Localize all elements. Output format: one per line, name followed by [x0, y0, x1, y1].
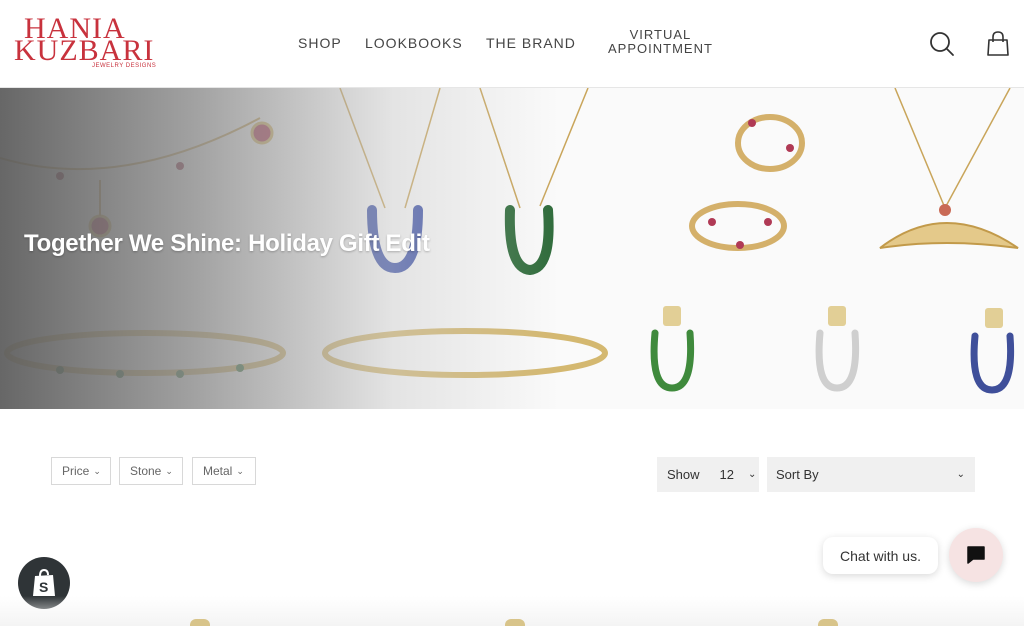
chat-prompt-text: Chat with us. — [840, 547, 921, 564]
chevron-down-icon: ⌄ — [748, 469, 757, 480]
chevron-down-icon: ⌄ — [236, 465, 244, 476]
show-value: 12 — [719, 467, 734, 482]
nav-virtual-line1: VIRTUAL — [629, 27, 692, 42]
site-header: HANIA KUZBARI JEWELRY DESIGNS SHOP LOOKB… — [0, 0, 1024, 88]
product-thumbnail-peek — [190, 619, 210, 626]
svg-text:S: S — [39, 579, 48, 595]
nav-lookbooks[interactable]: LOOKBOOKS — [365, 35, 463, 51]
chat-prompt-bubble[interactable]: Chat with us. — [823, 537, 938, 574]
product-thumbnail-peek — [505, 619, 525, 626]
filter-metal[interactable]: Metal ⌄ — [192, 457, 256, 485]
hero-title: Together We Shine: Holiday Gift Edit — [24, 230, 430, 257]
filter-stone-label: Stone — [130, 464, 162, 478]
filter-stone[interactable]: Stone ⌄ — [119, 457, 183, 485]
nav-shop[interactable]: SHOP — [298, 35, 342, 51]
chat-launcher-button[interactable] — [949, 528, 1003, 582]
search-icon — [930, 32, 954, 56]
cart-button[interactable] — [984, 30, 1012, 58]
sort-by-select[interactable]: Sort By ⌄ — [767, 457, 975, 492]
filter-metal-label: Metal — [203, 464, 233, 478]
nav-the-brand[interactable]: THE BRAND — [486, 35, 576, 51]
chat-icon — [967, 546, 985, 564]
hero-banner[interactable]: Together We Shine: Holiday Gift Edit — [0, 88, 1024, 409]
show-label: Show — [667, 467, 700, 482]
chevron-down-icon: ⌄ — [165, 465, 173, 476]
nav-virtual-line2: APPOINTMENT — [608, 41, 713, 56]
show-per-page-select[interactable]: Show 12 ⌄ — [657, 457, 759, 492]
logo-tagline: JEWELRY DESIGNS — [92, 63, 157, 69]
product-thumbnail-peek — [818, 619, 838, 626]
nav-virtual-appointment[interactable]: VIRTUAL APPOINTMENT — [608, 28, 713, 56]
filter-price[interactable]: Price ⌄ — [51, 457, 111, 485]
brand-logo[interactable]: HANIA KUZBARI JEWELRY DESIGNS — [14, 12, 174, 78]
shopping-bag-icon — [987, 31, 1009, 56]
filter-price-label: Price — [62, 464, 90, 478]
sort-label: Sort By — [776, 467, 819, 482]
search-button[interactable] — [928, 30, 956, 58]
shopify-bag-icon: S — [33, 568, 55, 596]
chevron-down-icon: ⌄ — [93, 465, 101, 476]
chevron-down-icon: ⌄ — [956, 469, 965, 480]
